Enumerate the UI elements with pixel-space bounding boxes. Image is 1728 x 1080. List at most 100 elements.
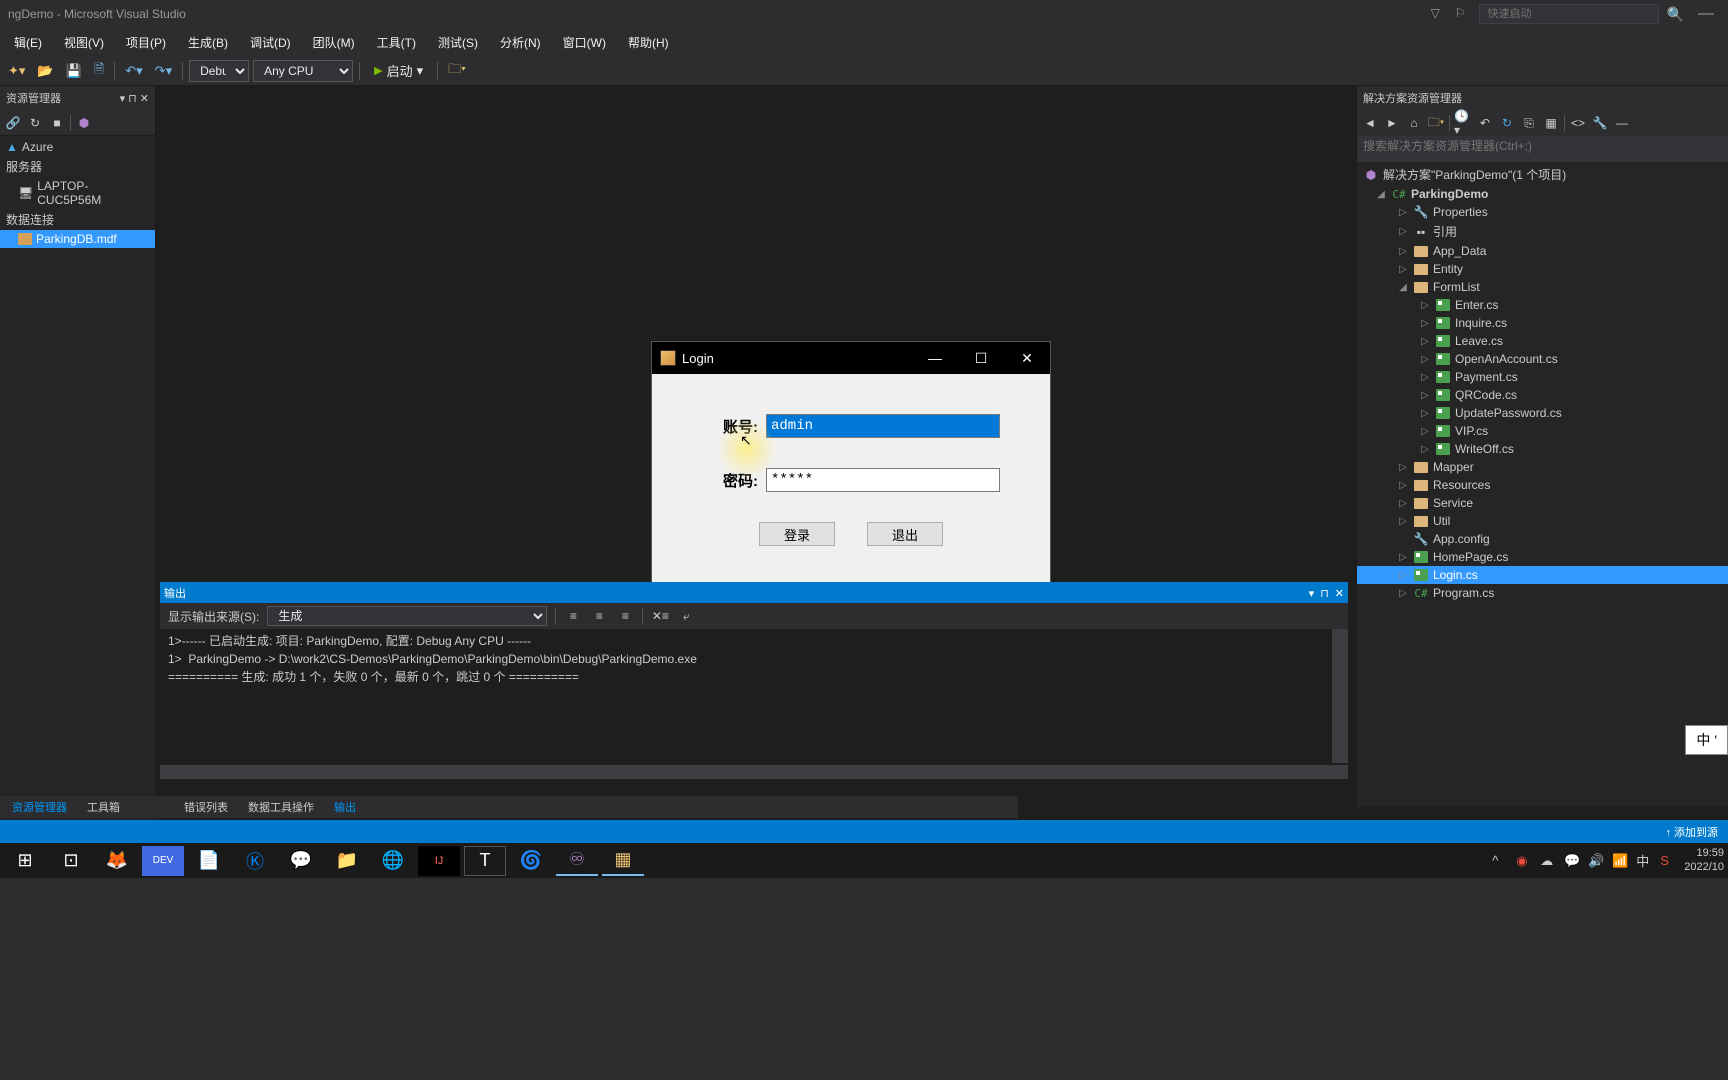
util-node[interactable]: ▷Util [1357, 512, 1728, 530]
expander-icon[interactable]: ▷ [1397, 588, 1409, 599]
minimize-button[interactable]: — [912, 343, 958, 373]
server-item[interactable]: 🖥 LAPTOP-CUC5P56M [0, 177, 155, 209]
output-source-select[interactable]: 生成 [267, 606, 547, 626]
home-icon[interactable]: ⌂ [1405, 114, 1423, 132]
username-input[interactable] [766, 414, 1000, 438]
properties-node[interactable]: ▷ 🔧 Properties [1357, 203, 1728, 221]
next-icon[interactable]: ≡ [616, 607, 634, 625]
refresh-icon[interactable]: ↻ [1498, 114, 1516, 132]
solution-search-input[interactable] [1363, 139, 1722, 153]
connect-icon[interactable]: 🔗 [4, 114, 22, 132]
project-node[interactable]: ◢ C# ParkingDemo [1357, 185, 1728, 203]
redo-button[interactable]: ↷▾ [151, 61, 176, 81]
service-node[interactable]: ▷Service [1357, 494, 1728, 512]
appdata-node[interactable]: ▷ App_Data [1357, 242, 1728, 260]
menu-view[interactable]: 视图(V) [54, 30, 114, 55]
expander-icon[interactable]: ▷ [1419, 408, 1431, 419]
form-file[interactable]: ▷Enter.cs [1357, 296, 1728, 314]
firefox-icon[interactable]: 🦊 [96, 846, 138, 876]
tray-wechat-icon[interactable]: 💬 [1564, 853, 1582, 869]
solution-search[interactable] [1357, 136, 1728, 162]
wechat-icon[interactable]: 💬 [280, 846, 322, 876]
db-icon[interactable]: ⬢ [75, 114, 93, 132]
save-all-button[interactable]: 🗎 [90, 58, 108, 84]
menu-test[interactable]: 测试(S) [428, 30, 488, 55]
jetbrains-icon[interactable]: IJ [418, 846, 460, 876]
login-button[interactable]: 登录 [759, 522, 835, 546]
menu-tools[interactable]: 工具(T) [367, 30, 426, 55]
servers-node[interactable]: 服务器 [0, 156, 155, 177]
login-cs-node[interactable]: ▷Login.cs [1357, 566, 1728, 584]
kugou-icon[interactable]: Ⓚ [234, 846, 276, 876]
notepad-icon[interactable]: 📄 [188, 846, 230, 876]
collapse-icon[interactable]: ↶ [1476, 114, 1494, 132]
start-button[interactable]: ⊞ [4, 846, 46, 876]
forward-icon[interactable]: ► [1383, 114, 1401, 132]
references-node[interactable]: ▷ ▪▪ 引用 [1357, 221, 1728, 242]
stop-icon[interactable]: ■ [48, 114, 66, 132]
expander-icon[interactable]: ▷ [1419, 372, 1431, 383]
close-button[interactable]: ✕ [1004, 343, 1050, 373]
open-button[interactable]: 📂 [33, 61, 57, 81]
db-file-node[interactable]: ParkingDB.mdf [0, 230, 155, 248]
notification-icon[interactable]: ▽ [1431, 6, 1447, 22]
sync-icon[interactable]: 🕓▾ [1454, 114, 1472, 132]
tray-up-icon[interactable]: ^ [1492, 853, 1510, 868]
expander-icon[interactable]: ▷ [1397, 246, 1409, 257]
undo-button[interactable]: ↶▾ [121, 61, 146, 81]
dropdown-icon[interactable]: ▾ [1309, 587, 1315, 600]
form-file[interactable]: ▷WriteOff.cs [1357, 440, 1728, 458]
solution-node[interactable]: ⬢ 解决方案"ParkingDemo"(1 个项目) [1357, 164, 1728, 185]
ime-indicator[interactable]: 中 ' [1685, 725, 1728, 755]
menu-edit[interactable]: 辑(E) [4, 30, 52, 55]
copy-icon[interactable]: ⎘ [1520, 114, 1538, 132]
refresh-icon[interactable]: ↻ [26, 114, 44, 132]
expander-icon[interactable]: ▷ [1397, 516, 1409, 527]
expander-icon[interactable]: ▷ [1397, 498, 1409, 509]
menu-build[interactable]: 生成(B) [178, 30, 238, 55]
scrollbar-horizontal[interactable] [160, 765, 1348, 779]
expander-icon[interactable]: ▷ [1397, 226, 1409, 237]
tab-resource-explorer[interactable]: 资源管理器 [4, 797, 75, 817]
expander-icon[interactable]: ▷ [1397, 480, 1409, 491]
solution-panel-header[interactable]: 解决方案资源管理器 [1357, 86, 1728, 110]
menu-window[interactable]: 窗口(W) [553, 30, 616, 55]
pin-icon[interactable]: ⊓ [1320, 587, 1329, 600]
tool-button[interactable]: 🗀▾ [444, 58, 470, 84]
menu-project[interactable]: 项目(P) [116, 30, 176, 55]
pending-icon[interactable]: 🗀▾ [1427, 114, 1445, 132]
dev-icon[interactable]: DEV [142, 846, 184, 876]
properties-icon[interactable]: 🔧 [1591, 114, 1609, 132]
find-icon[interactable]: ≡ [564, 607, 582, 625]
visualstudio-icon[interactable]: ♾ [556, 846, 598, 876]
start-debug-button[interactable]: ▶ 启动 ▾ [366, 59, 431, 82]
expander-icon[interactable]: ◢ [1375, 189, 1387, 200]
password-input[interactable] [766, 468, 1000, 492]
flag-icon[interactable]: ⚐ [1455, 6, 1471, 22]
clear-icon[interactable]: ✕≡ [651, 607, 669, 625]
expander-icon[interactable]: ▷ [1397, 552, 1409, 563]
tray-network-icon[interactable]: 📶 [1612, 853, 1630, 869]
expander-icon[interactable]: ▷ [1419, 336, 1431, 347]
azure-node[interactable]: ▲ Azure [0, 138, 155, 156]
edge-icon[interactable]: 🌀 [510, 846, 552, 876]
form-file[interactable]: ▷QRCode.cs [1357, 386, 1728, 404]
appconfig-node[interactable]: 🔧App.config [1357, 530, 1728, 548]
search-icon[interactable]: 🔍 [1667, 6, 1684, 23]
config-select[interactable]: Debug [189, 60, 249, 82]
tray-input-icon[interactable]: S [1660, 853, 1678, 868]
quick-launch-input[interactable] [1479, 4, 1659, 24]
show-all-icon[interactable]: ▦ [1542, 114, 1560, 132]
tray-onedrive-icon[interactable]: ☁ [1540, 853, 1558, 869]
tab-output[interactable]: 输出 [326, 797, 364, 817]
menu-debug[interactable]: 调试(D) [240, 30, 301, 55]
output-text-area[interactable]: 1>------ 已启动生成: 项目: ParkingDemo, 配置: Deb… [160, 629, 1348, 779]
form-file[interactable]: ▷Inquire.cs [1357, 314, 1728, 332]
menu-analyze[interactable]: 分析(N) [490, 30, 551, 55]
menu-help[interactable]: 帮助(H) [618, 30, 679, 55]
expander-icon[interactable]: ▷ [1419, 390, 1431, 401]
output-header[interactable]: 输出 ▾ ⊓ ✕ [160, 583, 1348, 603]
program-node[interactable]: ▷C#Program.cs [1357, 584, 1728, 602]
expander-icon[interactable]: ▷ [1397, 462, 1409, 473]
wrap-icon[interactable]: ⤶ [677, 607, 695, 625]
